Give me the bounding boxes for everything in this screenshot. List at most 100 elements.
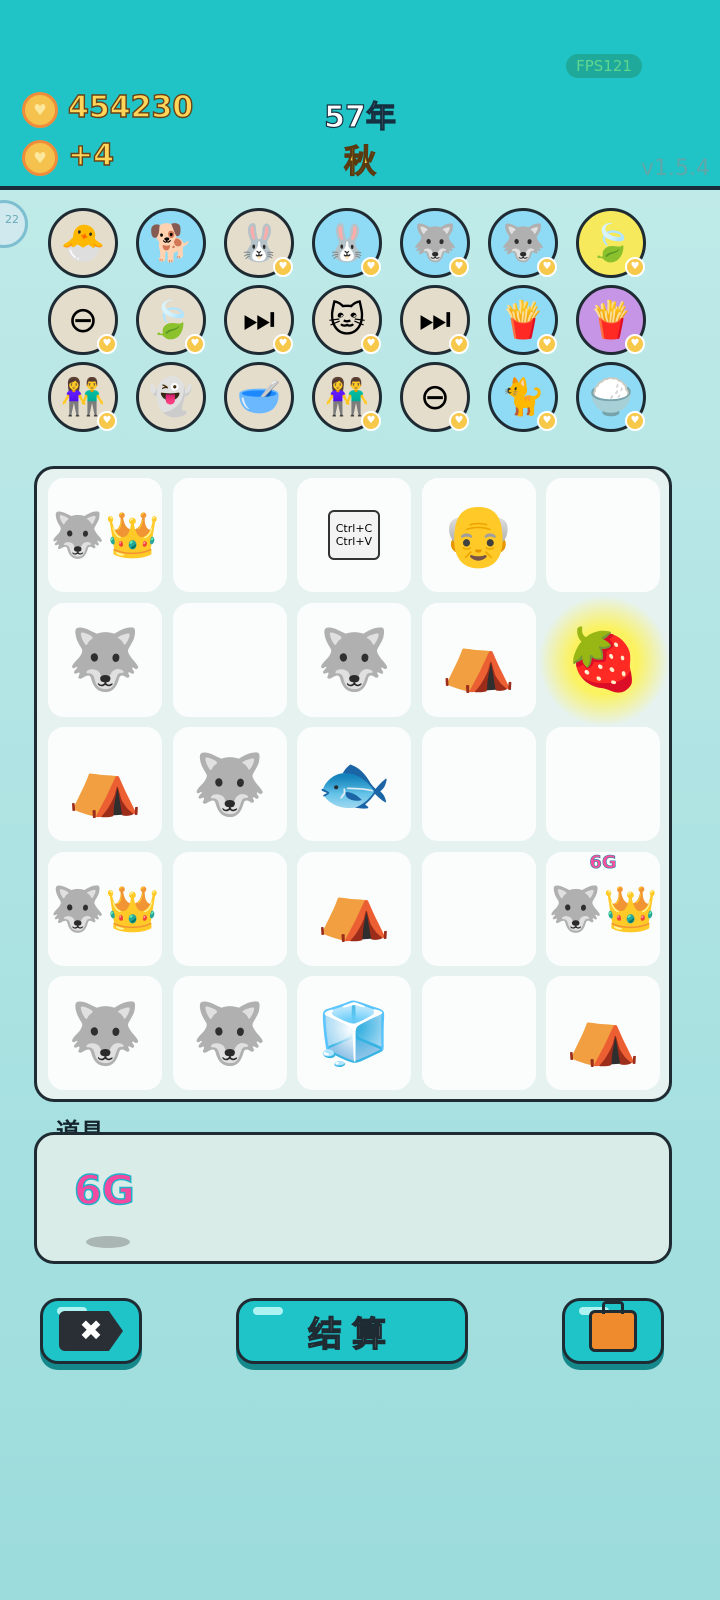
coin-income: +4 (67, 137, 115, 173)
heart-badge-icon: ♥ (537, 257, 557, 277)
empty-cell[interactable] (421, 976, 536, 1090)
chick-egg-icon[interactable]: 🐣 (48, 208, 118, 278)
empty-cell[interactable] (546, 478, 660, 592)
husky-icon: 🐺 (67, 625, 143, 695)
strawberry-icon: 🍓 (565, 625, 641, 695)
heart-badge-icon: ♥ (537, 411, 557, 431)
coin-icon (22, 92, 58, 128)
board-cell[interactable]: 🐺 (48, 602, 162, 717)
board-cell[interactable]: 🐺 (172, 976, 287, 1090)
husky-icon: 🐺 (67, 998, 143, 1069)
briefcase-icon (589, 1301, 637, 1352)
year-label: 57年 (324, 99, 397, 135)
button-shine (253, 1307, 283, 1315)
close-icon: ✖ (59, 1311, 123, 1351)
coin-total: 454230 (67, 89, 194, 125)
fries-icon[interactable]: 🍟 ♥ (576, 285, 646, 355)
board-cell[interactable]: ⛺ (297, 851, 411, 966)
rabbit-icon[interactable]: 🐰 ♥ (312, 208, 382, 278)
cat-pair-icon[interactable]: 🐱 ♥ (312, 285, 382, 355)
board-cell[interactable]: 🐺 (48, 976, 162, 1090)
heart-badge-icon: ♥ (273, 257, 293, 277)
cool-dog-icon[interactable]: 🐕 (136, 208, 206, 278)
board-cell[interactable]: ⛺ (421, 602, 536, 717)
skip-icon[interactable]: ⏭ ♥ (224, 285, 294, 355)
board-cell[interactable]: ⛺ (546, 976, 660, 1090)
heart-badge-icon: ♥ (361, 411, 381, 431)
heart-badge-icon: ♥ (449, 257, 469, 277)
husky-icon: 🐺 (192, 998, 267, 1069)
king-husky-6g-icon: 🐺👑 (548, 883, 658, 935)
top-bar: FPS121 454230 +4 57年 秋 v1.5.4 (0, 0, 720, 190)
board-cell[interactable]: 🐺 (172, 727, 287, 841)
leaf-icon[interactable]: 🍃 ♥ (576, 208, 646, 278)
bald-grandpa-icon: 👴 (441, 500, 516, 571)
board-cell[interactable]: 🧊 (297, 976, 411, 1090)
rabbit-tent-icon: ⛺ (316, 874, 392, 944)
settle-button[interactable]: 结算 (236, 1298, 468, 1364)
empty-cell[interactable] (172, 478, 287, 592)
fries-icon[interactable]: 🍟 ♥ (488, 285, 558, 355)
cell-tag: 6G (589, 851, 617, 873)
close-button[interactable]: ✖ (40, 1298, 142, 1364)
version-label: v1.5.4 (641, 156, 710, 181)
rabbit-icon[interactable]: 🐰 ♥ (224, 208, 294, 278)
husky-icon: 🐺 (192, 749, 267, 820)
heart-badge-icon: ♥ (273, 334, 293, 354)
couple-icon[interactable]: 👫 ♥ (312, 362, 382, 432)
leaf-icon[interactable]: 🍃 ♥ (136, 285, 206, 355)
board-cell[interactable]: 🍓 (546, 603, 660, 717)
board-cell[interactable]: 🐺👑 6G (546, 851, 660, 966)
board-cell[interactable]: 🐺 (297, 602, 411, 717)
copy-paste-cards-icon: Ctrl+C Ctrl+V (327, 510, 381, 560)
king-husky-icon: 🐺👑 (50, 510, 160, 561)
backpack-button[interactable] (562, 1298, 664, 1364)
side-tab-button[interactable]: 22 (0, 200, 28, 248)
heart-badge-icon: ♥ (449, 411, 469, 431)
collection-row: ⊖ ♥ 🍃 ♥ ⏭ ♥ 🐱 ♥ ⏭ ♥ 🍟 ♥ 🍟 ♥ (48, 285, 646, 355)
empty-cell[interactable] (546, 727, 660, 841)
rabbit-tent-icon: ⛺ (441, 625, 516, 695)
board-cell[interactable]: ⛺ (48, 727, 162, 841)
empty-cell[interactable] (421, 727, 536, 841)
minus-sign-icon[interactable]: ⊖ ♥ (400, 362, 470, 432)
collection-row: 🐣 🐕 🐰 ♥ 🐰 ♥ 🐺 ♥ 🐺 ♥ 🍃 ♥ (48, 208, 646, 278)
heart-badge-icon: ♥ (537, 334, 557, 354)
board-cell[interactable]: 👴 (421, 478, 536, 592)
king-husky-icon: 🐺👑 (50, 883, 160, 935)
rabbit-tent-icon: ⛺ (565, 998, 641, 1069)
empty-cell[interactable] (421, 851, 536, 966)
side-tab-badge: 22 (5, 213, 19, 226)
husky-icon[interactable]: 🐺 ♥ (400, 208, 470, 278)
minus-sign-icon[interactable]: ⊖ ♥ (48, 285, 118, 355)
empty-cell[interactable] (172, 851, 287, 966)
heart-badge-icon: ♥ (625, 411, 645, 431)
board-cell[interactable]: 🐺👑 (48, 478, 162, 592)
couple-icon[interactable]: 👫 ♥ (48, 362, 118, 432)
rabbit-tent-icon: ⛺ (67, 749, 143, 820)
koi-fish-icon: 🐟 (316, 749, 392, 820)
husky-icon[interactable]: 🐺 ♥ (488, 208, 558, 278)
heart-badge-icon: ♥ (449, 334, 469, 354)
heart-badge-icon: ♥ (97, 334, 117, 354)
rice-bowl-icon[interactable]: 🍚 ♥ (576, 362, 646, 432)
heart-badge-icon: ♥ (625, 257, 645, 277)
ghost-icon[interactable]: 👻 (136, 362, 206, 432)
prop-6g-item[interactable]: 6G (73, 1167, 135, 1215)
coin-icon (22, 140, 58, 176)
cat-icon[interactable]: 🐈 ♥ (488, 362, 558, 432)
heart-badge-icon: ♥ (97, 411, 117, 431)
season-label: 秋 (343, 141, 376, 180)
pet-food-bowl-icon[interactable]: 🥣 (224, 362, 294, 432)
collection-row: 👫 ♥ 👻 🥣 👫 ♥ ⊖ ♥ 🐈 ♥ 🍚 ♥ (48, 362, 646, 432)
husky-icon: 🐺 (316, 625, 392, 695)
heart-badge-icon: ♥ (361, 334, 381, 354)
skip-icon[interactable]: ⏭ ♥ (400, 285, 470, 355)
fps-counter: FPS121 (566, 54, 642, 78)
heart-badge-icon: ♥ (361, 257, 381, 277)
board-cell[interactable]: 🐺👑 (48, 851, 162, 966)
heart-badge-icon: ♥ (185, 334, 205, 354)
board-cell[interactable]: Ctrl+C Ctrl+V (297, 478, 411, 592)
board-cell[interactable]: 🐟 (297, 727, 411, 841)
empty-cell[interactable] (172, 602, 287, 717)
